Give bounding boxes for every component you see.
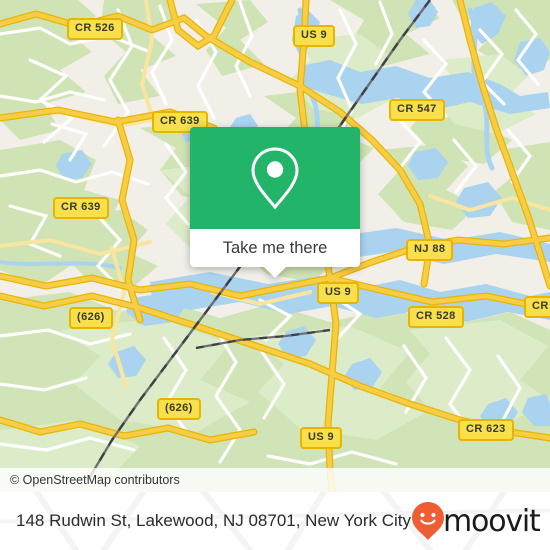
attribution-text: © OpenStreetMap contributors <box>10 473 180 487</box>
road-shield: CR 623 <box>458 419 514 441</box>
callout-action-label: Take me there <box>222 238 328 257</box>
callout-pointer-tail <box>264 267 286 278</box>
road-shield: (626) <box>157 398 201 420</box>
road-shield: CR 547 <box>389 99 445 121</box>
road-shield: CR 528 <box>408 306 464 328</box>
moovit-smiley-pin-icon <box>412 502 445 540</box>
road-shield: CR 526 <box>67 18 123 40</box>
road-shield: US 9 <box>317 282 360 304</box>
callout-marker-area <box>190 127 360 229</box>
map-canvas[interactable]: CR 526 US 9 CR 639 CR 547 CR 639 NJ 88 U… <box>0 0 550 492</box>
map-attribution[interactable]: © OpenStreetMap contributors <box>0 468 550 492</box>
map-pin-icon <box>251 147 299 210</box>
take-me-there-callout[interactable]: Take me there <box>190 127 360 278</box>
footer-bar: 148 Rudwin St, Lakewood, NJ 08701, New Y… <box>0 492 550 550</box>
road-shield: (626) <box>69 307 113 329</box>
moovit-brand[interactable]: moovit <box>411 501 541 541</box>
location-address: 148 Rudwin St, Lakewood, NJ 08701, New Y… <box>16 511 412 530</box>
road-shield: CR 639 <box>53 197 109 219</box>
road-shield: US 9 <box>300 427 343 449</box>
road-shield: US 9 <box>293 25 336 47</box>
moovit-wordmark: moovit <box>443 503 541 539</box>
road-shield: CR 6 <box>524 296 550 318</box>
callout-action-area[interactable]: Take me there <box>190 229 360 278</box>
road-shield: NJ 88 <box>406 239 454 261</box>
moovit-map-screenshot: CR 526 US 9 CR 639 CR 547 CR 639 NJ 88 U… <box>0 0 550 550</box>
